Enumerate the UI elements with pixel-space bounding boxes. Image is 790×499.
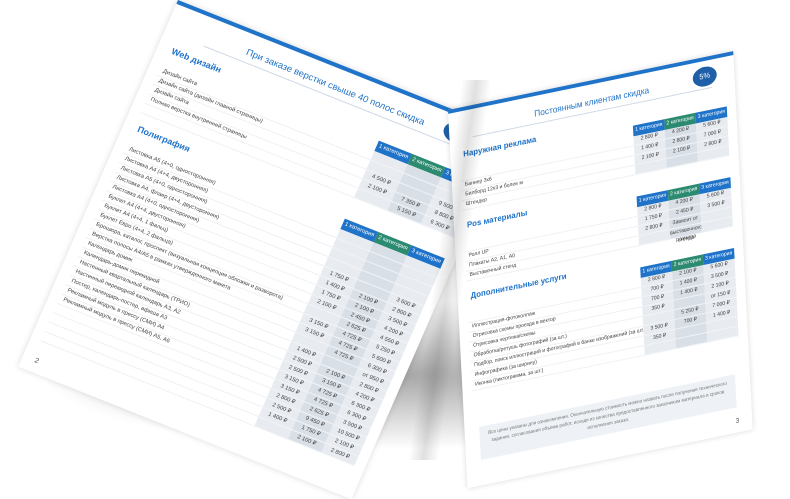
brochure-right-page: Постоянным клиентам скидка 5% Наружная р… (448, 51, 753, 489)
right-discount-badge: 5% (692, 64, 718, 89)
right-page-number: 3 (735, 417, 740, 426)
left-page-number: 2 (33, 357, 40, 366)
